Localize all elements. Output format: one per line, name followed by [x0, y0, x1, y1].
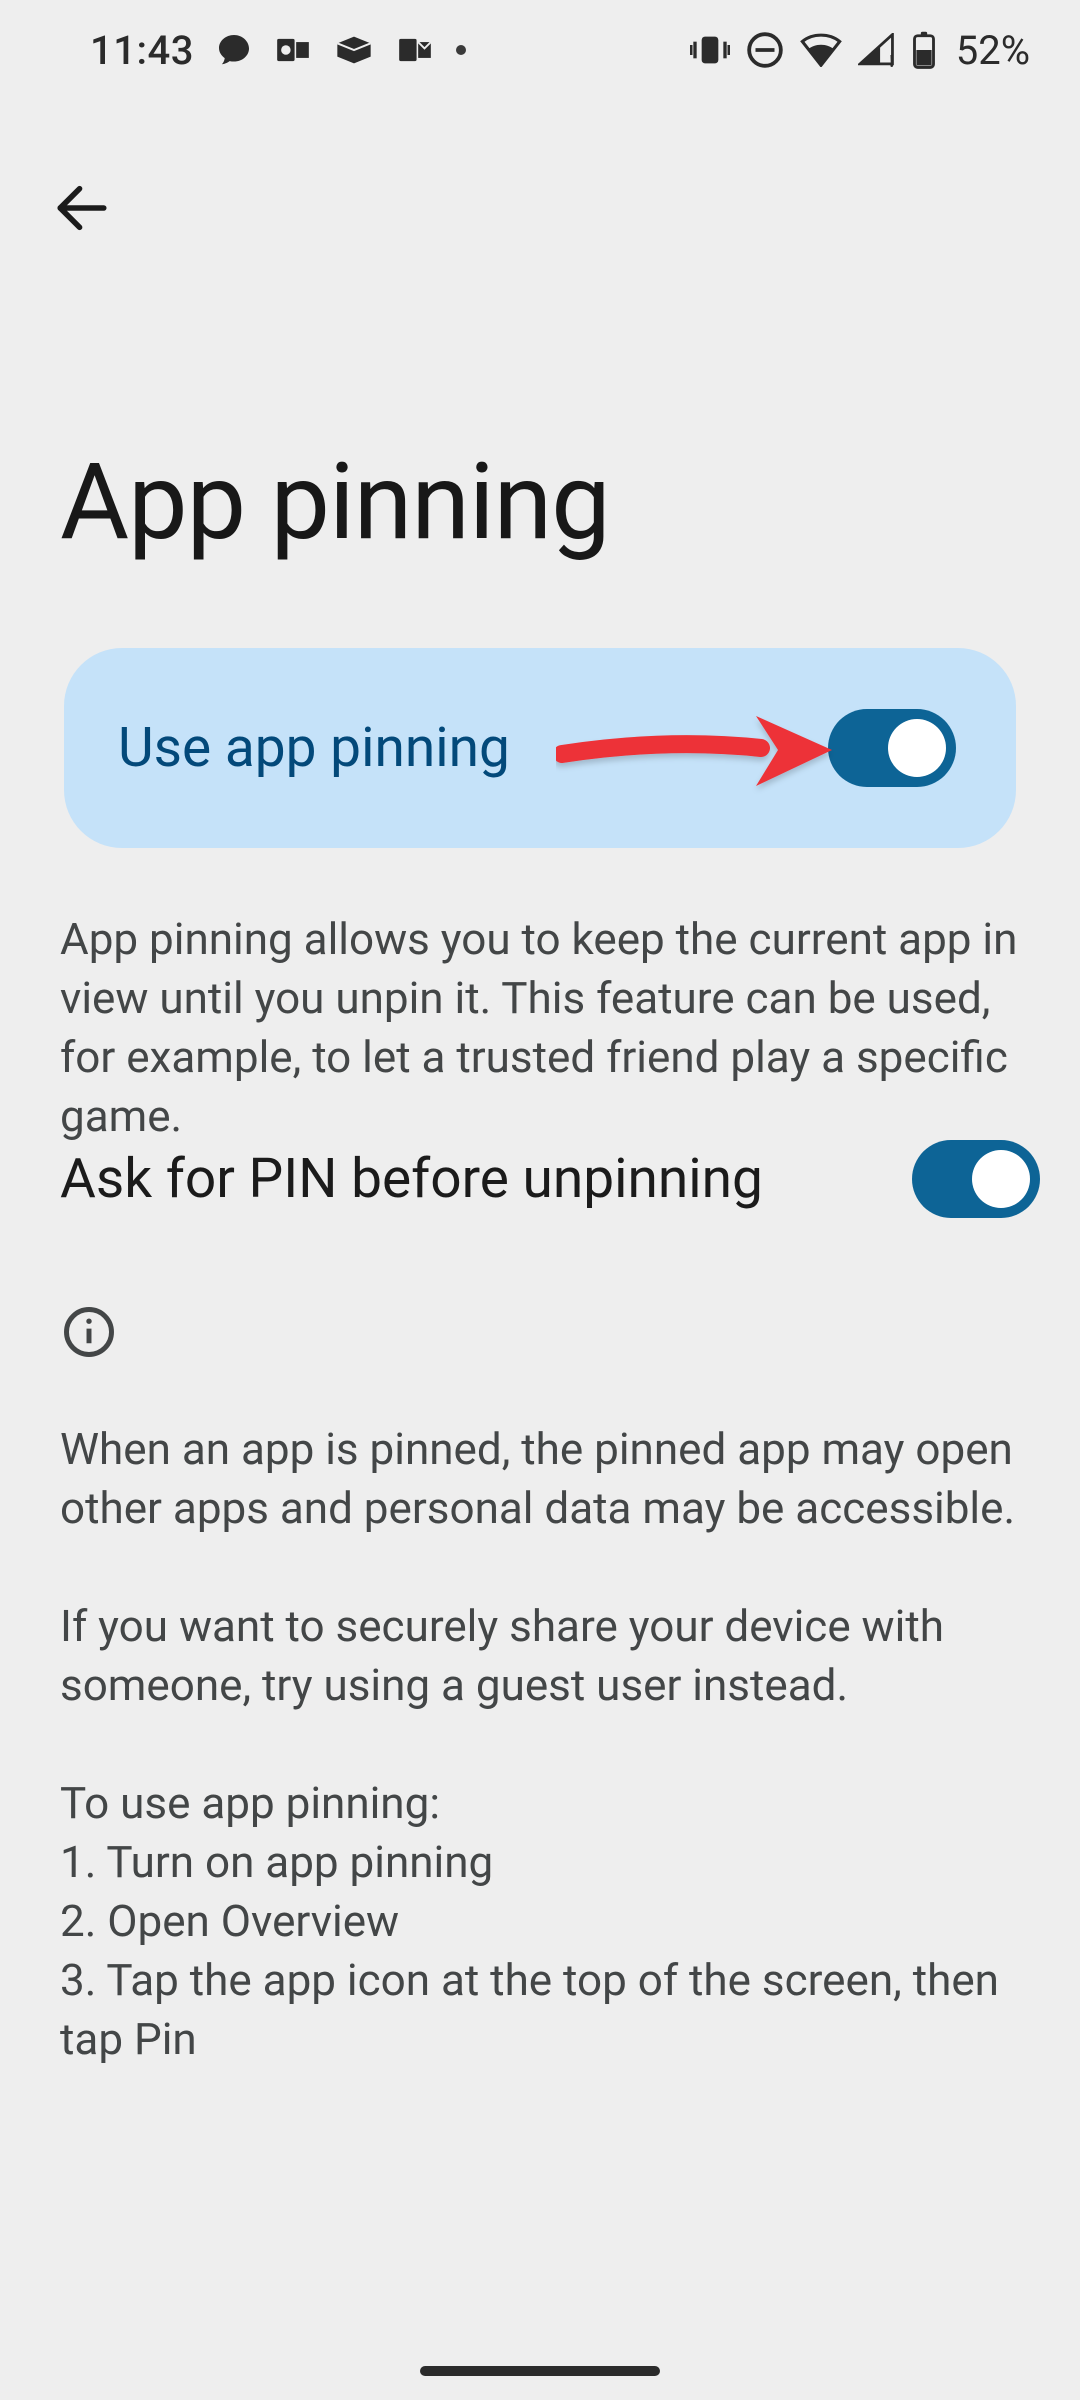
ask-for-pin-toggle[interactable] [912, 1140, 1040, 1218]
wifi-icon [800, 33, 842, 67]
box-icon [334, 32, 374, 68]
arrow-left-icon [53, 179, 111, 241]
status-time: 11:43 [90, 27, 194, 74]
info-circle-icon [62, 1305, 116, 1363]
ask-for-pin-row[interactable]: Ask for PIN before unpinning [60, 1140, 1040, 1218]
status-bar-right: ! 52% [690, 27, 1030, 74]
signal-icon: ! [858, 33, 896, 67]
dnd-icon [746, 31, 784, 69]
status-bar: 11:43 ! 52% [0, 0, 1080, 100]
outlook-mail-icon [396, 31, 434, 69]
use-app-pinning-card[interactable]: Use app pinning [64, 648, 1016, 848]
outlook-icon [274, 31, 312, 69]
page-title: App pinning [60, 440, 610, 564]
svg-text:!: ! [889, 52, 894, 67]
more-dot-icon [456, 45, 466, 55]
battery-icon [912, 31, 936, 69]
app-pinning-instructions: When an app is pinned, the pinned app ma… [60, 1420, 1020, 2068]
app-pinning-description: App pinning allows you to keep the curre… [60, 910, 1030, 1146]
status-bar-left: 11:43 [90, 27, 466, 74]
navigation-handle[interactable] [420, 2366, 660, 2376]
use-app-pinning-toggle[interactable] [828, 709, 956, 787]
ask-for-pin-label: Ask for PIN before unpinning [60, 1147, 763, 1211]
battery-percent: 52% [956, 27, 1030, 74]
chat-bubble-icon [216, 32, 252, 68]
vibrate-icon [690, 33, 730, 67]
use-app-pinning-label: Use app pinning [118, 716, 510, 780]
back-button[interactable] [42, 170, 122, 250]
